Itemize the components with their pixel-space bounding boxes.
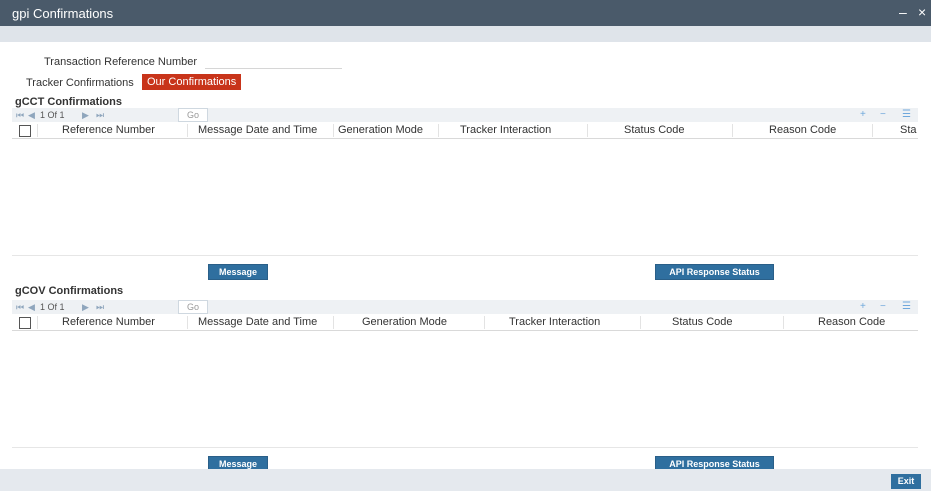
settings-icon[interactable]: ☰	[902, 301, 911, 312]
column-separator	[333, 124, 334, 137]
col-status-code[interactable]: Status Code	[672, 316, 733, 328]
gcov-header: Reference Number Message Date and Time G…	[12, 315, 918, 331]
gcov-grid: ⏮ ◀ 1 Of 1 ▶ ⏭ Go + − ☰ Reference Number…	[12, 300, 918, 448]
footer-bar	[0, 469, 931, 491]
tab-tracker-confirmations[interactable]: Tracker Confirmations	[26, 77, 134, 89]
column-separator	[872, 124, 873, 137]
close-icon[interactable]: ×	[918, 4, 926, 20]
minimize-icon[interactable]: –	[899, 4, 907, 20]
select-all-checkbox[interactable]	[19, 317, 31, 329]
column-separator	[732, 124, 733, 137]
gcct-section-title: gCCT Confirmations	[15, 96, 122, 108]
column-separator	[333, 316, 334, 329]
select-all-checkbox[interactable]	[19, 125, 31, 137]
column-separator	[640, 316, 641, 329]
last-page-icon[interactable]: ⏭	[96, 110, 104, 121]
next-page-icon[interactable]: ▶	[82, 302, 89, 313]
exit-button[interactable]: Exit	[891, 474, 921, 489]
prev-page-icon[interactable]: ◀	[28, 302, 35, 313]
gcov-grid-body	[12, 331, 918, 448]
column-separator	[438, 124, 439, 137]
go-button[interactable]: Go	[178, 108, 208, 122]
col-reason-code[interactable]: Reason Code	[769, 124, 836, 136]
gcct-message-button[interactable]: Message	[208, 264, 268, 280]
gcct-grid: ⏮ ◀ 1 Of 1 ▶ ⏭ Go + − ☰ Reference Number…	[12, 108, 918, 256]
col-status[interactable]: Sta	[900, 124, 917, 136]
first-page-icon[interactable]: ⏮	[16, 110, 24, 121]
gcct-api-response-button[interactable]: API Response Status	[655, 264, 774, 280]
first-page-icon[interactable]: ⏮	[16, 302, 24, 313]
column-separator	[37, 316, 38, 329]
gcov-section-title: gCOV Confirmations	[15, 285, 124, 297]
col-message-date-time[interactable]: Message Date and Time	[198, 316, 317, 328]
gcct-grid-body	[12, 139, 918, 256]
col-tracker-interaction[interactable]: Tracker Interaction	[509, 316, 600, 328]
prev-page-icon[interactable]: ◀	[28, 110, 35, 121]
last-page-icon[interactable]: ⏭	[96, 302, 104, 313]
remove-row-icon[interactable]: −	[880, 109, 886, 120]
column-separator	[783, 316, 784, 329]
page-indicator: 1 Of 1	[40, 110, 65, 120]
column-separator	[37, 124, 38, 137]
trn-input[interactable]	[205, 52, 342, 69]
col-message-date-time[interactable]: Message Date and Time	[198, 124, 317, 136]
col-tracker-interaction[interactable]: Tracker Interaction	[460, 124, 551, 136]
column-separator	[187, 124, 188, 137]
column-separator	[587, 124, 588, 137]
add-row-icon[interactable]: +	[860, 109, 866, 120]
col-reason-code[interactable]: Reason Code	[818, 316, 885, 328]
gcct-header: Reference Number Message Date and Time G…	[12, 123, 918, 139]
gcct-pager: ⏮ ◀ 1 Of 1 ▶ ⏭ Go + − ☰	[12, 108, 918, 122]
gcov-pager: ⏮ ◀ 1 Of 1 ▶ ⏭ Go + − ☰	[12, 300, 918, 314]
col-status-code[interactable]: Status Code	[624, 124, 685, 136]
column-separator	[484, 316, 485, 329]
col-reference-number[interactable]: Reference Number	[62, 124, 155, 136]
trn-label: Transaction Reference Number	[44, 56, 198, 68]
column-separator	[187, 316, 188, 329]
settings-icon[interactable]: ☰	[902, 109, 911, 120]
col-generation-mode[interactable]: Generation Mode	[338, 124, 423, 136]
tab-our-confirmations[interactable]: Our Confirmations	[142, 74, 242, 90]
page-indicator: 1 Of 1	[40, 302, 65, 312]
go-button[interactable]: Go	[178, 300, 208, 314]
next-page-icon[interactable]: ▶	[82, 110, 89, 121]
col-reference-number[interactable]: Reference Number	[62, 316, 155, 328]
window-titlebar: gpi Confirmations – ×	[0, 0, 931, 26]
window-title: gpi Confirmations	[12, 6, 114, 21]
remove-row-icon[interactable]: −	[880, 301, 886, 312]
toolbar-strip	[0, 26, 931, 42]
col-generation-mode[interactable]: Generation Mode	[362, 316, 447, 328]
add-row-icon[interactable]: +	[860, 301, 866, 312]
